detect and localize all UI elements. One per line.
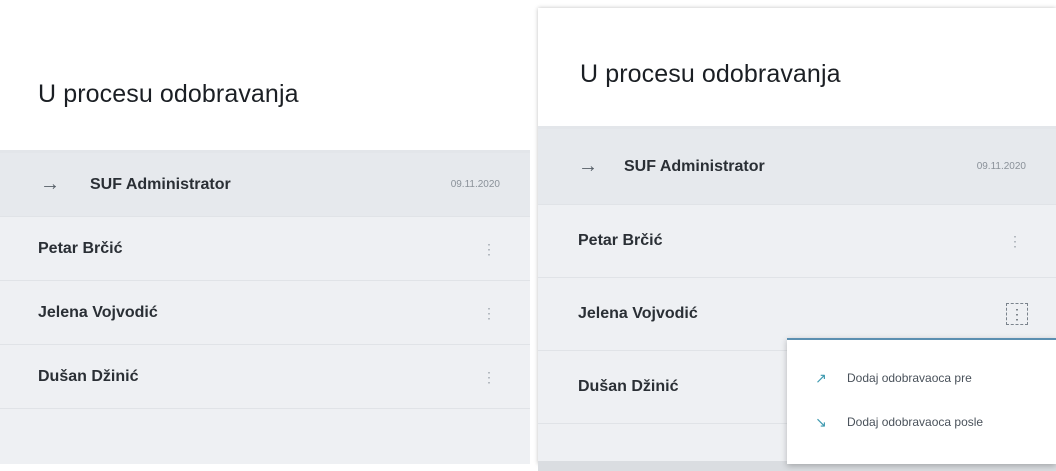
more-vertical-icon[interactable]: ⋮	[1006, 303, 1028, 325]
approver-name: Dušan Džinić	[578, 378, 679, 395]
approver-row: Petar Brčić ⋮	[538, 205, 1056, 278]
menu-item-label: Dodaj odobravaoca posle	[847, 415, 984, 429]
approver-name: Dušan Džinić	[38, 367, 139, 385]
more-vertical-icon[interactable]: ⋮	[482, 370, 496, 384]
arrow-up-right-icon: ↗	[815, 369, 827, 386]
approver-row: Dušan Džinić ⋮	[0, 345, 530, 409]
approval-panel-left: U procesu odobravanja → SUF Administrato…	[0, 0, 530, 464]
menu-item-add-approver-before[interactable]: ↗ Dodaj odobravaoca pre	[787, 358, 1056, 398]
more-vertical-icon[interactable]: ⋮	[1008, 234, 1022, 248]
more-vertical-icon[interactable]: ⋮	[482, 306, 496, 320]
approver-context-menu: ↗ Dodaj odobravaoca pre ↘ Dodaj odobrava…	[787, 338, 1056, 464]
arrow-right-icon: →	[40, 173, 60, 195]
panel-title: U procesu odobravanja	[580, 60, 841, 88]
approver-row: Jelena Vojvodić ⋮	[0, 281, 530, 345]
more-vertical-icon[interactable]: ⋮	[482, 242, 496, 256]
menu-item-add-approver-after[interactable]: ↘ Dodaj odobravaoca posle	[787, 402, 1056, 442]
panel-title: U procesu odobravanja	[38, 80, 299, 108]
approver-name: SUF Administrator	[90, 175, 231, 193]
approver-row-current: → SUF Administrator 09.11.2020	[538, 129, 1056, 205]
approver-list: → SUF Administrator 09.11.2020 Petar Brč…	[0, 150, 530, 464]
approval-date: 09.11.2020	[450, 179, 500, 190]
approver-name: Petar Brčić	[38, 239, 123, 257]
approver-name: Petar Brčić	[578, 232, 663, 249]
approval-date: 09.11.2020	[976, 161, 1026, 172]
approver-row: Petar Brčić ⋮	[0, 217, 530, 281]
approver-name: Jelena Vojvodić	[578, 305, 698, 322]
menu-item-label: Dodaj odobravaoca pre	[847, 371, 972, 385]
approver-row-current: → SUF Administrator 09.11.2020	[0, 153, 530, 217]
approver-name: SUF Administrator	[624, 157, 765, 175]
arrow-right-icon: →	[578, 155, 598, 177]
arrow-down-right-icon: ↘	[815, 413, 827, 430]
approver-name: Jelena Vojvodić	[38, 303, 158, 321]
